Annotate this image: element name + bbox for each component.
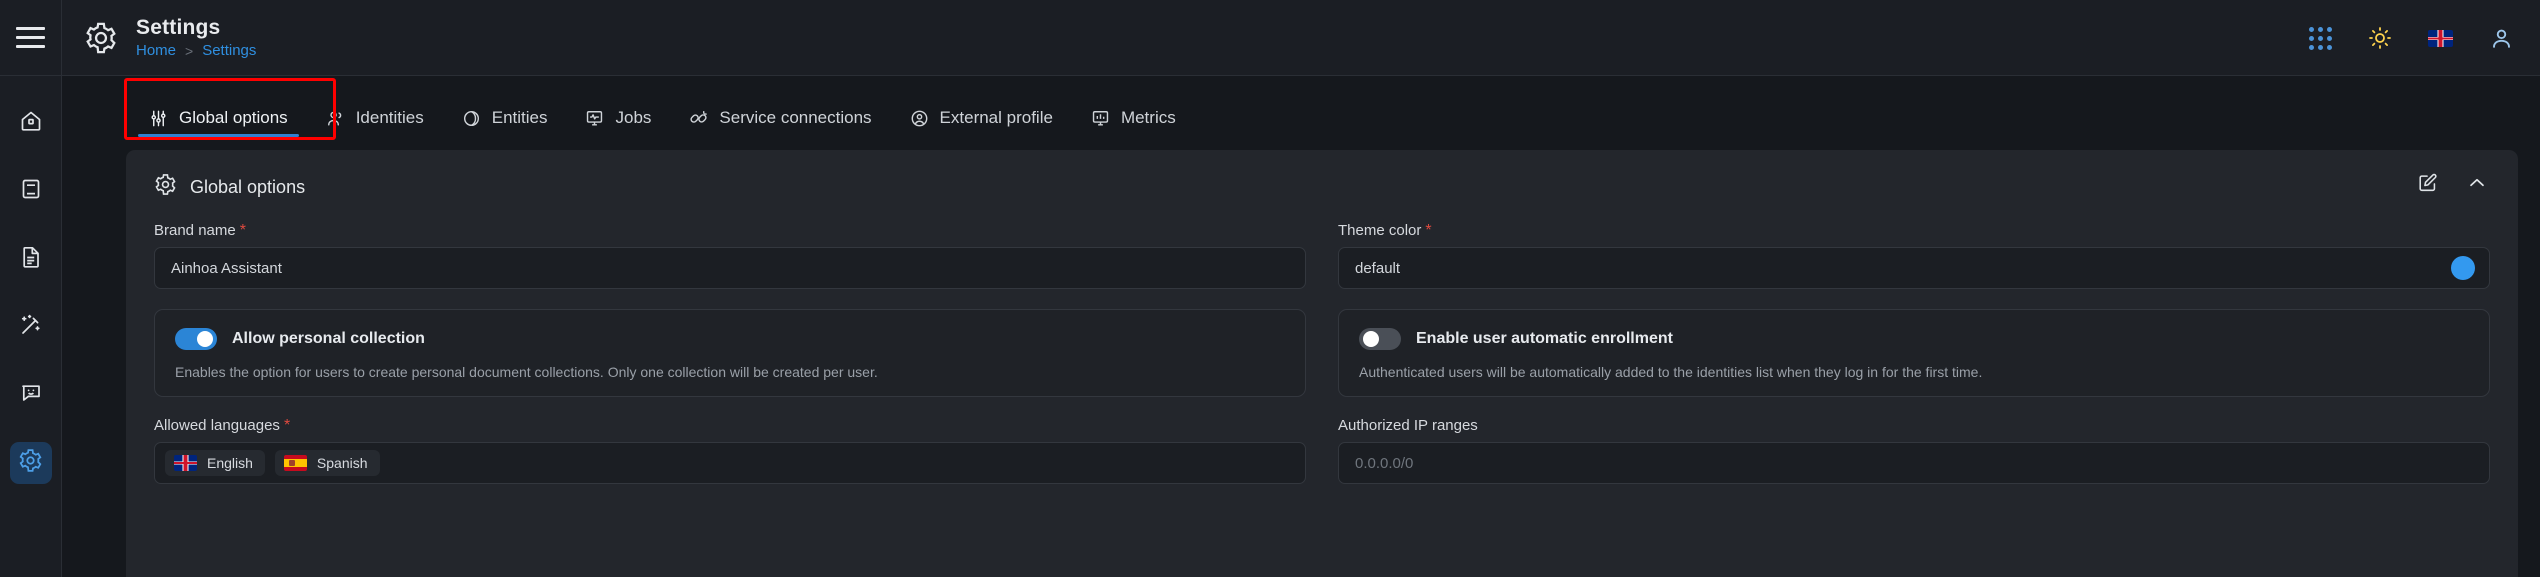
required-marker: * <box>239 221 246 239</box>
language-chip-spanish[interactable]: Spanish <box>274 450 380 476</box>
global-options-form: Brand name * Ainhoa Assistant Theme colo… <box>154 222 2490 504</box>
tab-identities[interactable]: Identities <box>307 108 443 142</box>
user-circle-icon <box>910 109 929 128</box>
language-chip-english[interactable]: English <box>165 450 265 476</box>
field-brand-name: Brand name * Ainhoa Assistant <box>154 222 1306 289</box>
tag-icon <box>462 109 481 128</box>
enable-user-automatic-enrollment-card: Enable user automatic enrollment Authent… <box>1338 309 2490 397</box>
enable-user-automatic-enrollment-description: Authenticated users will be automaticall… <box>1359 364 1983 380</box>
brand-name-input[interactable]: Ainhoa Assistant <box>154 247 1306 289</box>
field-authorized-ip-ranges: Authorized IP ranges 0.0.0.0/0 <box>1338 417 2490 484</box>
tab-label: Identities <box>355 108 424 127</box>
gear-icon <box>18 448 43 478</box>
tab-metrics[interactable]: Metrics <box>1072 108 1195 142</box>
apps-grid-icon[interactable] <box>2309 26 2332 50</box>
edit-pencil-icon[interactable] <box>2417 172 2439 194</box>
people-icon <box>326 109 345 128</box>
allowed-languages-input[interactable]: English Spanish <box>154 442 1306 484</box>
document-icon <box>19 245 43 274</box>
field-enable-user-automatic-enrollment: Enable user automatic enrollment Authent… <box>1338 309 2490 397</box>
theme-color-swatch[interactable] <box>2451 256 2475 280</box>
tab-service-connections[interactable]: Service connections <box>670 108 890 142</box>
theme-color-label: Theme color * <box>1338 221 1432 239</box>
field-allow-personal-collection: Allow personal collection Enables the op… <box>154 309 1306 397</box>
language-chip-label: Spanish <box>316 455 368 471</box>
tab-label: Jobs <box>615 108 652 127</box>
tab-label: Metrics <box>1120 108 1176 127</box>
top-bar: Settings Home > Settings <box>0 0 2540 76</box>
field-allowed-languages: Allowed languages * English Spanish <box>154 417 1306 484</box>
chevron-up-icon[interactable] <box>2466 172 2488 194</box>
authorized-ip-ranges-input[interactable]: 0.0.0.0/0 <box>1338 442 2490 484</box>
flag-uk-icon <box>174 455 197 471</box>
required-marker: * <box>1425 221 1432 239</box>
magic-wand-icon <box>19 313 43 342</box>
sidebar-item-chat[interactable] <box>10 374 52 416</box>
allow-personal-collection-toggle[interactable] <box>175 328 217 350</box>
chat-icon <box>19 381 43 410</box>
card-title: Global options <box>190 176 306 197</box>
book-icon <box>19 177 43 206</box>
brand-name-label: Brand name * <box>154 221 246 239</box>
tab-label: Entities <box>491 108 548 127</box>
page-title: Settings <box>136 16 221 39</box>
gear-icon <box>84 21 118 55</box>
left-sidebar <box>0 76 62 577</box>
global-options-card: Global options Brand name * Ainhoa Assis… <box>126 150 2518 577</box>
sidebar-item-settings[interactable] <box>9 442 52 484</box>
card-header: Global options <box>154 170 2490 204</box>
user-avatar-icon[interactable] <box>2489 26 2514 51</box>
authorized-ip-ranges-label: Authorized IP ranges <box>1338 417 1478 434</box>
monitor-chart-icon <box>1091 109 1110 128</box>
theme-color-value: default <box>1355 259 1401 277</box>
monitor-pulse-icon <box>585 109 604 128</box>
main-content: Global options Identities Entities Jobs … <box>62 76 2540 577</box>
sidebar-item-documents[interactable] <box>10 238 52 280</box>
required-marker: * <box>283 416 291 434</box>
settings-tabs: Global options Identities Entities Jobs … <box>62 76 2540 142</box>
tab-jobs[interactable]: Jobs <box>566 108 670 142</box>
enable-user-automatic-enrollment-label: Enable user automatic enrollment <box>1416 330 1673 347</box>
top-bar-actions <box>2309 0 2514 76</box>
allow-personal-collection-card: Allow personal collection Enables the op… <box>154 309 1306 397</box>
tab-label: External profile <box>939 108 1053 127</box>
breadcrumb-separator: > <box>185 42 194 59</box>
tab-label: Service connections <box>719 108 872 127</box>
sidebar-item-library[interactable] <box>10 170 52 212</box>
enable-user-automatic-enrollment-toggle[interactable] <box>1359 328 1401 350</box>
page-title-block: Settings Home > Settings <box>62 16 256 59</box>
theme-color-input[interactable]: default <box>1338 247 2490 289</box>
sidebar-item-assistant[interactable] <box>10 306 52 348</box>
language-chip-label: English <box>207 455 253 471</box>
home-icon <box>19 109 43 138</box>
allow-personal-collection-label: Allow personal collection <box>232 330 425 347</box>
breadcrumb: Home > Settings <box>136 42 256 59</box>
tab-external-profile[interactable]: External profile <box>891 108 1072 142</box>
tab-entities[interactable]: Entities <box>443 108 567 142</box>
breadcrumb-current[interactable]: Settings <box>202 42 256 59</box>
flag-es-icon <box>283 455 307 471</box>
hamburger-icon[interactable] <box>16 27 45 48</box>
sun-icon[interactable] <box>2368 26 2392 50</box>
card-actions <box>2417 172 2488 194</box>
settings-page: Settings Home > Settings Global options … <box>0 0 2540 577</box>
sidebar-item-home[interactable] <box>10 102 52 144</box>
tab-label: Global options <box>179 108 288 127</box>
breadcrumb-home[interactable]: Home <box>136 42 176 59</box>
allow-personal-collection-description: Enables the option for users to create p… <box>175 364 878 380</box>
field-theme-color: Theme color * default <box>1338 222 2490 289</box>
allowed-languages-label: Allowed languages * <box>154 416 291 434</box>
plug-icon <box>689 109 708 128</box>
menu-toggle-zone[interactable] <box>0 0 62 76</box>
tab-global-options[interactable]: Global options <box>130 108 307 142</box>
gear-icon <box>154 173 177 201</box>
sliders-icon <box>149 109 168 128</box>
body: Global options Identities Entities Jobs … <box>0 76 2540 577</box>
flag-uk-icon[interactable] <box>2428 29 2453 47</box>
